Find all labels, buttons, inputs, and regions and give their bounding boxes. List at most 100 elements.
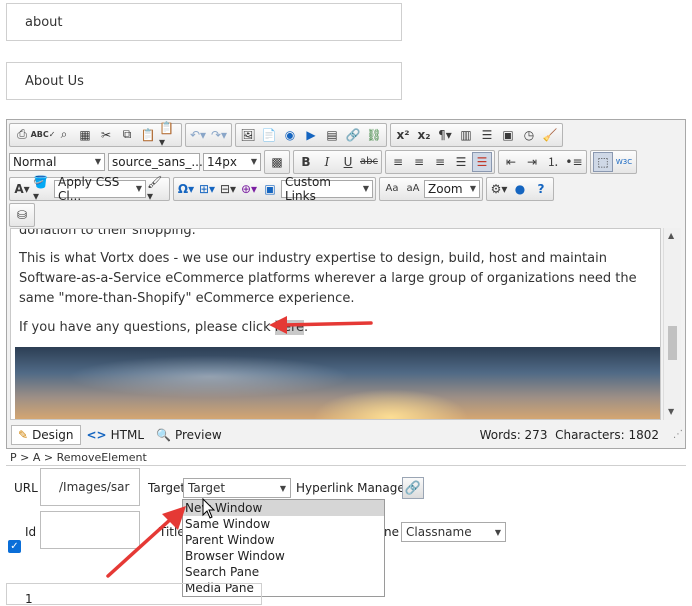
horizontal-rule-icon[interactable]: ☰	[477, 125, 497, 145]
cut-icon[interactable]: ✂	[96, 125, 116, 145]
paragraph-icon[interactable]: ¶▾	[435, 125, 455, 145]
pencil-icon: ✎	[18, 428, 29, 442]
word-count: Words: 273	[479, 428, 548, 442]
classname-select[interactable]: Classname ▼	[401, 522, 506, 542]
classname-value: Classname	[406, 525, 472, 539]
insert-table-icon[interactable]: ⊞▾	[197, 179, 217, 199]
undo-icon[interactable]: ↶▾	[188, 125, 208, 145]
target-option-browser-window[interactable]: Browser Window	[183, 548, 384, 564]
select-all-icon[interactable]: ▦	[75, 125, 95, 145]
numbered-list-icon[interactable]: ⒈	[543, 152, 563, 172]
paste-options-icon[interactable]: 📋▾	[159, 121, 179, 149]
module-manager-icon[interactable]: ⚙▾	[489, 179, 509, 199]
highlight-color-icon[interactable]: 🪣▾	[33, 175, 53, 203]
copy-icon[interactable]: ⧉	[117, 125, 137, 145]
italic-icon[interactable]: I	[317, 152, 337, 172]
bold-icon[interactable]: B	[296, 152, 316, 172]
target-option-search-pane[interactable]: Search Pane	[183, 564, 384, 580]
font-name-select[interactable]: source_sans_...▼	[108, 152, 212, 171]
mouse-cursor-icon	[202, 498, 216, 519]
image-manager-icon[interactable]: 🖼	[238, 125, 258, 145]
database-icon[interactable]: ⛁	[12, 205, 32, 225]
hyperlink-manager-label: Hyperlink Manager	[296, 481, 410, 495]
align-right-icon[interactable]: ≡	[430, 152, 450, 172]
insert-form-element-icon[interactable]: ⊟▾	[218, 179, 238, 199]
url-input[interactable]: /Images/sar	[40, 468, 140, 506]
chevron-down-icon: ▼	[279, 483, 286, 493]
toolbar-row-2: Normal ▼ source_sans_...▼ 14px ▼ ▩ B I U a…	[9, 149, 637, 174]
target-option-parent-window[interactable]: Parent Window	[183, 532, 384, 548]
apply-css-class-select[interactable]: Apply CSS Cl... ▼	[54, 175, 146, 203]
bullet-list-icon[interactable]: •≡	[564, 152, 584, 172]
content-paragraph-2: This is what Vortx does - we use our ind…	[19, 251, 637, 306]
html-mode-tab[interactable]: <> HTML	[81, 425, 151, 445]
indent-icon[interactable]: ⇥	[522, 152, 542, 172]
page-title-field[interactable]: About Us	[6, 62, 402, 100]
media-manager-icon[interactable]: ▶	[301, 125, 321, 145]
align-justify-icon[interactable]: ☰	[451, 152, 471, 172]
design-mode-tab[interactable]: ✎ Design	[11, 425, 81, 445]
template-manager-icon[interactable]: ▤	[322, 125, 342, 145]
image-map-icon[interactable]: ▩	[267, 152, 287, 172]
chevron-down-icon: ▼	[494, 527, 501, 537]
find-icon[interactable]: ⌕	[54, 125, 74, 145]
flash-manager-icon[interactable]: ◉	[280, 125, 300, 145]
scrollbar-thumb[interactable]	[668, 326, 677, 360]
checkbox[interactable]: ✓	[8, 540, 21, 553]
format-painter-icon[interactable]: 🖌▾	[147, 175, 167, 203]
underline-icon[interactable]: U	[338, 152, 358, 172]
align-center-icon[interactable]: ≡	[409, 152, 429, 172]
redo-icon[interactable]: ↷▾	[209, 125, 229, 145]
code-icon: <>	[86, 428, 107, 442]
zoom-select[interactable]: Zoom ▼	[424, 179, 480, 198]
image-properties-icon[interactable]: ▣	[260, 179, 280, 199]
special-characters-icon[interactable]: Ω▾	[176, 179, 196, 199]
print-icon[interactable]: ⎙	[12, 125, 32, 145]
magnifier-icon: 🔍	[156, 428, 171, 442]
preview-mode-label: Preview	[174, 428, 222, 442]
unlink-icon[interactable]: ⛓	[364, 125, 384, 145]
insert-time-icon[interactable]: ◷	[519, 125, 539, 145]
scroll-down-icon[interactable]: ▼	[668, 407, 674, 416]
paragraph-style-select[interactable]: Normal ▼	[9, 152, 105, 171]
insert-date-icon[interactable]: ▥	[456, 125, 476, 145]
paste-icon[interactable]: 📋	[138, 125, 158, 145]
format-stripper-icon[interactable]: 🧹	[540, 125, 560, 145]
content-scrollbar[interactable]: ▲ ▼	[663, 228, 681, 420]
spellcheck-icon[interactable]: ABC✓	[31, 125, 56, 145]
toolbar-row-1: ⎙ ABC✓ ⌕ ▦ ✂ ⧉ 📋 📋▾ ↶▾ ↷▾ 🖼 📄 ◉ ▶ ▤ 🔗 ⛓ …	[9, 121, 563, 149]
outdent-icon[interactable]: ⇤	[501, 152, 521, 172]
superscript-icon[interactable]: x²	[393, 125, 413, 145]
bottom-field[interactable]: 1	[6, 583, 262, 606]
convert-lowercase-icon[interactable]: Aa	[382, 179, 402, 199]
convert-uppercase-icon[interactable]: aA	[403, 179, 423, 199]
custom-links-select[interactable]: Custom Links ▼	[281, 175, 373, 203]
align-none-icon[interactable]: ☰	[472, 151, 492, 172]
font-size-value: 14px	[207, 154, 237, 169]
page-title-value: About Us	[25, 73, 84, 89]
subscript-icon[interactable]: x₂	[414, 125, 434, 145]
font-size-select[interactable]: 14px ▼	[203, 152, 261, 171]
toolbar-group-misc: ⚙▾ ● ?	[486, 176, 554, 201]
resize-grip-icon[interactable]: ⋰	[673, 429, 683, 440]
scroll-up-icon[interactable]: ▲	[668, 231, 674, 240]
accessibility-check-icon[interactable]: W3C	[614, 152, 634, 172]
insert-snippet-icon[interactable]: ⊕▾	[239, 179, 259, 199]
show-borders-icon[interactable]: ⬚	[593, 151, 613, 172]
align-left-icon[interactable]: ≡	[388, 152, 408, 172]
font-color-icon[interactable]: A▾	[12, 179, 32, 199]
document-manager-icon[interactable]: 📄	[259, 125, 279, 145]
id-label: Id	[25, 525, 37, 539]
sky-image[interactable]	[15, 347, 660, 419]
strikethrough-icon[interactable]: abc	[359, 152, 379, 172]
insert-custom-icon[interactable]: ●	[510, 179, 530, 199]
page-name-field[interactable]: about	[6, 3, 402, 41]
hyperlink-manager-button[interactable]: 🔗	[402, 477, 424, 499]
chevron-down-icon: ▼	[135, 184, 142, 193]
preview-mode-tab[interactable]: 🔍 Preview	[150, 425, 228, 445]
hyperlink-icon[interactable]: 🔗	[343, 125, 363, 145]
target-select[interactable]: Target ▼	[183, 478, 291, 498]
format-code-icon[interactable]: ▣	[498, 125, 518, 145]
help-icon[interactable]: ?	[531, 179, 551, 199]
toolbar-group-tools: ⬚ W3C	[590, 149, 637, 174]
